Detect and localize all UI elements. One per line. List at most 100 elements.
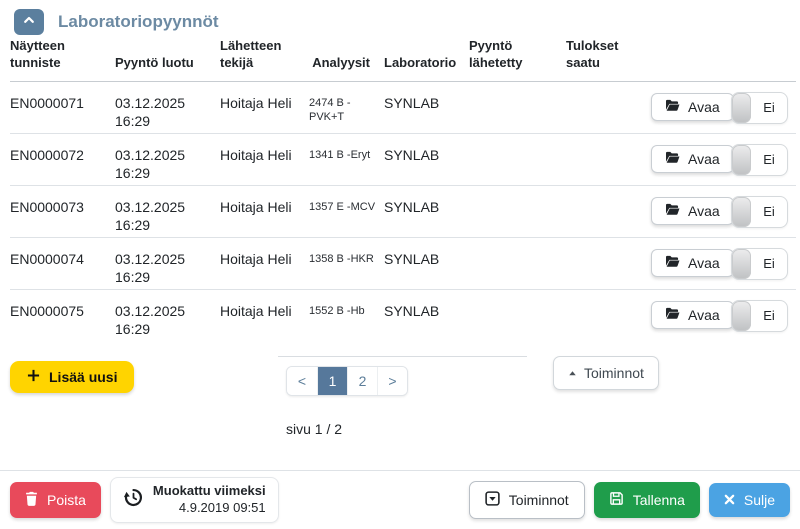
analyses-cell: 1552 B -Hb (309, 289, 384, 340)
results-toggle[interactable]: Ei (731, 248, 788, 280)
lab-cell: SYNLAB (384, 237, 469, 289)
results-toggle[interactable]: Ei (731, 196, 788, 228)
col-header-author: Lähetteen tekijä (220, 36, 309, 81)
close-button[interactable]: Sulje (709, 483, 790, 517)
col-header-empty (651, 36, 731, 81)
actions-button[interactable]: Toiminnot (469, 481, 585, 519)
sent-cell (469, 81, 566, 133)
toggle-label: Ei (751, 255, 787, 272)
panel-collapse-button[interactable] (14, 9, 44, 35)
received-cell (566, 237, 651, 289)
analyses-cell: 1341 B -Eryt (309, 133, 384, 185)
last-modified-box: Muokattu viimeksi 4.9.2019 09:51 (110, 477, 279, 523)
pagination-next-button[interactable]: > (377, 367, 407, 395)
open-cell: Avaa (651, 133, 731, 185)
open-request-button[interactable]: Avaa (651, 145, 734, 173)
panel-title: Laboratoriopyynnöt (58, 12, 219, 32)
add-new-label: Lisää uusi (49, 369, 117, 385)
toggle-cell: Ei (731, 237, 796, 289)
delete-button-label: Poista (47, 492, 86, 508)
open-cell: Avaa (651, 81, 731, 133)
sample-id-cell: EN0000072 (10, 133, 115, 185)
toggle-knob (732, 197, 751, 227)
received-cell (566, 81, 651, 133)
add-new-button[interactable]: Lisää uusi (10, 361, 134, 393)
received-cell (566, 185, 651, 237)
caret-up-icon (568, 365, 577, 381)
open-cell: Avaa (651, 289, 731, 340)
created-cell: 03.12.202516:29 (115, 81, 220, 133)
table-row: EN0000074 03.12.202516:29 Hoitaja Heli 1… (10, 237, 796, 289)
results-toggle[interactable]: Ei (731, 92, 788, 124)
toggle-knob (732, 145, 751, 175)
toggle-cell: Ei (731, 81, 796, 133)
folder-open-icon (665, 99, 680, 115)
open-request-button[interactable]: Avaa (651, 93, 734, 121)
open-button-label: Avaa (688, 99, 720, 115)
folder-open-icon (665, 151, 680, 167)
last-modified-title: Muokattu viimeksi (153, 483, 266, 500)
sample-id-cell: EN0000075 (10, 289, 115, 340)
open-request-button[interactable]: Avaa (651, 249, 734, 277)
square-caret-down-icon (485, 491, 500, 509)
created-time: 16:29 (115, 112, 214, 130)
col-header-received: Tulokset saatu (566, 36, 651, 81)
created-cell: 03.12.202516:29 (115, 133, 220, 185)
page-summary: sivu 1 / 2 (286, 421, 527, 437)
col-header-empty (731, 36, 796, 81)
sent-cell (469, 237, 566, 289)
actions-collapse-button[interactable]: Toiminnot (553, 356, 659, 390)
lab-cell: SYNLAB (384, 81, 469, 133)
sample-id-cell: EN0000074 (10, 237, 115, 289)
actions-collapse-label: Toiminnot (584, 365, 644, 381)
table-row: EN0000075 03.12.202516:29 Hoitaja Heli 1… (10, 289, 796, 340)
pagination-page-1-button[interactable]: 1 (317, 367, 347, 395)
footer-action-bar: Poista Muokattu viimeksi 4.9.2019 09:51 … (0, 470, 800, 529)
panel-header: Laboratoriopyynnöt (0, 0, 800, 36)
toggle-knob (732, 301, 751, 331)
toggle-cell: Ei (731, 133, 796, 185)
toggle-label: Ei (751, 203, 787, 220)
save-button-label: Tallenna (633, 492, 685, 508)
created-time: 16:29 (115, 320, 214, 338)
open-cell: Avaa (651, 237, 731, 289)
open-button-label: Avaa (688, 255, 720, 271)
laboratory-requests-panel: Laboratoriopyynnöt Näytteen tunniste Pyy… (0, 0, 800, 529)
created-cell: 03.12.202516:29 (115, 237, 220, 289)
trash-icon (25, 491, 38, 509)
delete-button[interactable]: Poista (10, 482, 101, 518)
toggle-knob (732, 93, 751, 123)
table-row: EN0000071 03.12.202516:29 Hoitaja Heli 2… (10, 81, 796, 133)
created-cell: 03.12.202516:29 (115, 185, 220, 237)
col-header-created: Pyyntö luotu (115, 36, 220, 81)
open-cell: Avaa (651, 185, 731, 237)
open-button-label: Avaa (688, 151, 720, 167)
last-modified-value: 4.9.2019 09:51 (153, 500, 266, 517)
created-date: 03.12.2025 (115, 302, 214, 320)
open-request-button[interactable]: Avaa (651, 301, 734, 329)
toggle-knob (732, 249, 751, 279)
last-modified-text: Muokattu viimeksi 4.9.2019 09:51 (153, 483, 266, 517)
col-header-analyses: Analyysit (309, 36, 384, 81)
created-date: 03.12.2025 (115, 94, 214, 112)
author-cell: Hoitaja Heli (220, 237, 309, 289)
lab-cell: SYNLAB (384, 289, 469, 340)
analyses-cell: 1357 E -MCV (309, 185, 384, 237)
created-date: 03.12.2025 (115, 146, 214, 164)
table-row: EN0000072 03.12.202516:29 Hoitaja Heli 1… (10, 133, 796, 185)
folder-open-icon (665, 307, 680, 323)
pagination-prev-button[interactable]: < (287, 367, 317, 395)
pager-block: < 1 2 > sivu 1 / 2 (278, 356, 527, 437)
toggle-label: Ei (751, 151, 787, 168)
pagination-page-2-button[interactable]: 2 (347, 367, 377, 395)
x-icon (724, 492, 735, 508)
open-request-button[interactable]: Avaa (651, 197, 734, 225)
received-cell (566, 289, 651, 340)
chevron-up-icon (21, 12, 37, 31)
sent-cell (469, 133, 566, 185)
save-button[interactable]: Tallenna (594, 482, 700, 518)
results-toggle[interactable]: Ei (731, 144, 788, 176)
table-row: EN0000073 03.12.202516:29 Hoitaja Heli 1… (10, 185, 796, 237)
open-button-label: Avaa (688, 307, 720, 323)
results-toggle[interactable]: Ei (731, 300, 788, 332)
